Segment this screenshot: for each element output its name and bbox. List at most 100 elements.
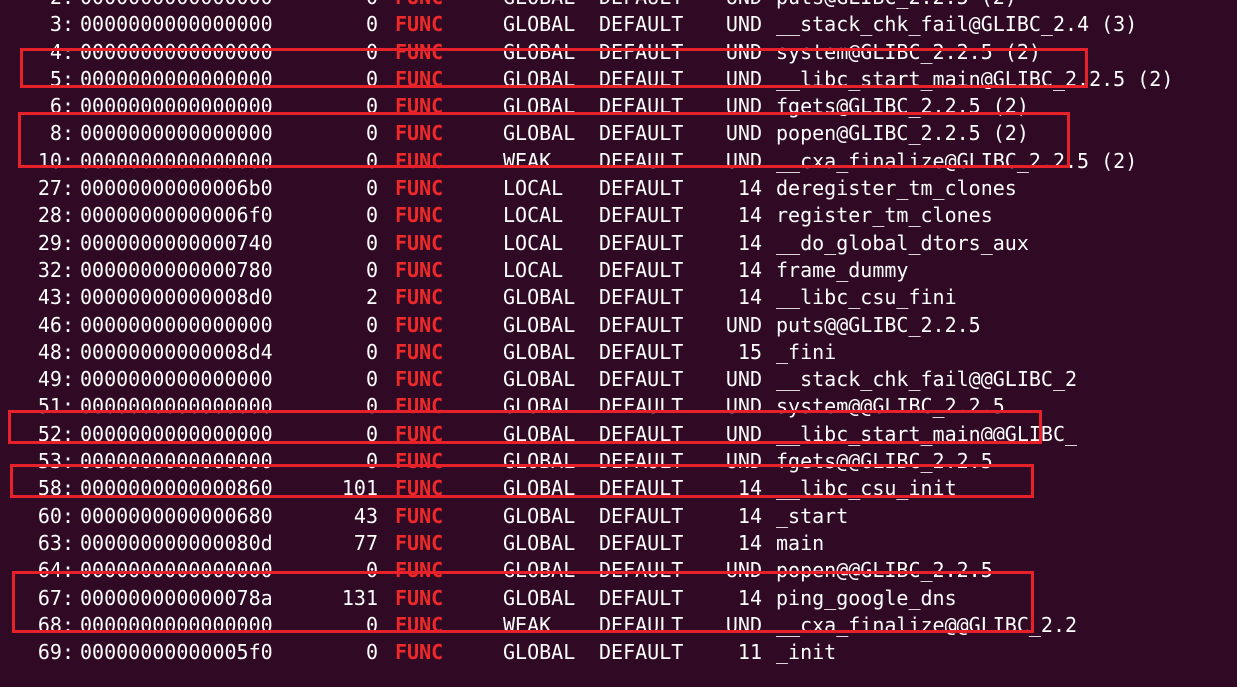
symbol-bind: GLOBAL bbox=[503, 530, 576, 555]
symbol-size: 131 bbox=[341, 585, 378, 610]
symbol-name: fgets@GLIBC_2.2.5 (2) bbox=[776, 94, 1029, 119]
symbol-value: 0000000000000000 bbox=[80, 558, 273, 583]
symbol-size: 0 bbox=[365, 176, 378, 201]
symbol-value: 0000000000000000 bbox=[80, 421, 273, 446]
symbol-value: 0000000000000000 bbox=[80, 0, 273, 11]
symbol-number: 67: bbox=[37, 585, 74, 610]
symbol-type: FUNC bbox=[395, 530, 444, 555]
symbol-number: 28: bbox=[37, 203, 74, 228]
symbol-visibility: DEFAULT bbox=[599, 367, 684, 392]
symbol-type: FUNC bbox=[395, 394, 444, 419]
symbol-number: 4: bbox=[49, 39, 74, 64]
symbol-type: FUNC bbox=[395, 449, 444, 474]
symbol-visibility: DEFAULT bbox=[599, 558, 684, 583]
symbol-number: 53: bbox=[37, 449, 74, 474]
symbol-size: 0 bbox=[365, 203, 378, 228]
symbol-value: 00000000000008d4 bbox=[80, 339, 273, 364]
symbol-size: 43 bbox=[353, 503, 378, 528]
symbol-number: 64: bbox=[37, 558, 74, 583]
symbol-name: _start bbox=[776, 503, 849, 528]
symbol-size: 0 bbox=[365, 66, 378, 91]
symbol-type: FUNC bbox=[395, 121, 444, 146]
symbol-value: 0000000000000860 bbox=[80, 476, 273, 501]
symbol-name: fgets@@GLIBC_2.2.5 bbox=[776, 449, 993, 474]
symbol-section-index: UND bbox=[725, 148, 762, 173]
symbol-bind: WEAK bbox=[503, 612, 552, 637]
symbol-size: 0 bbox=[365, 230, 378, 255]
symbol-type: FUNC bbox=[395, 640, 444, 665]
symbol-size: 0 bbox=[365, 339, 378, 364]
symbol-number: 32: bbox=[37, 257, 74, 282]
symbol-bind: GLOBAL bbox=[503, 339, 576, 364]
symbol-type: FUNC bbox=[395, 612, 444, 637]
symbol-value: 0000000000000000 bbox=[80, 66, 273, 91]
symbol-size: 0 bbox=[365, 640, 378, 665]
symbol-name: frame_dummy bbox=[776, 257, 909, 282]
symbol-name: puts@@GLIBC_2.2.5 bbox=[776, 312, 981, 337]
symbol-row: 69: 00000000000005f0 0 FUNC GLOBAL DEFAULT 11 _… bbox=[0, 639, 1237, 666]
symbol-name: __cxa_finalize@@GLIBC_2.2 bbox=[776, 612, 1078, 637]
symbol-type: FUNC bbox=[395, 367, 444, 392]
symbol-section-index: UND bbox=[725, 612, 762, 637]
symbol-name: popen@GLIBC_2.2.5 (2) bbox=[776, 121, 1029, 146]
symbol-row: 63: 000000000000080d 77 FUNC GLOBAL DEFAULT 14… bbox=[0, 530, 1237, 557]
symbol-visibility: DEFAULT bbox=[599, 530, 684, 555]
symbol-section-index: UND bbox=[725, 449, 762, 474]
symbol-visibility: DEFAULT bbox=[599, 0, 683, 11]
symbol-size: 0 bbox=[365, 121, 378, 146]
symbol-section-index: 14 bbox=[737, 585, 762, 610]
symbol-row: 46: 0000000000000000 0 FUNC GLOBAL DEFAULT UND… bbox=[0, 312, 1237, 339]
symbol-type: FUNC bbox=[395, 39, 444, 64]
symbol-table: 2:00000000000000000FUNCGLOBALDEFAULTUNDp… bbox=[0, 0, 1237, 666]
symbol-visibility: DEFAULT bbox=[599, 12, 684, 37]
symbol-name: register_tm_clones bbox=[776, 203, 993, 228]
symbol-row: 49: 0000000000000000 0 FUNC GLOBAL DEFAULT UND… bbox=[0, 366, 1237, 393]
symbol-name: puts@GLIBC_2.2.5 (2) bbox=[776, 0, 1017, 11]
symbol-bind: GLOBAL bbox=[503, 394, 576, 419]
symbol-name: __libc_start_main@GLIBC_2.2.5 (2) bbox=[776, 66, 1174, 91]
symbol-visibility: DEFAULT bbox=[599, 476, 684, 501]
symbol-visibility: DEFAULT bbox=[599, 230, 684, 255]
symbol-size: 2 bbox=[365, 285, 378, 310]
symbol-type: FUNC bbox=[395, 257, 444, 282]
symbol-type: FUNC bbox=[395, 0, 443, 11]
symbol-section-index: 15 bbox=[737, 339, 762, 364]
symbol-number: 69: bbox=[37, 640, 74, 665]
symbol-type: FUNC bbox=[395, 339, 444, 364]
symbol-number: 10: bbox=[37, 148, 74, 173]
symbol-name: __libc_csu_init bbox=[776, 476, 957, 501]
symbol-section-index: 14 bbox=[737, 530, 762, 555]
symbol-value: 0000000000000780 bbox=[80, 257, 273, 282]
symbol-value: 0000000000000000 bbox=[80, 449, 273, 474]
symbol-type: FUNC bbox=[395, 312, 444, 337]
symbol-value: 00000000000008d0 bbox=[80, 285, 273, 310]
symbol-size: 101 bbox=[341, 476, 378, 501]
terminal-window[interactable]: 2:00000000000000000FUNCGLOBALDEFAULTUNDp… bbox=[0, 0, 1237, 687]
symbol-visibility: DEFAULT bbox=[599, 203, 684, 228]
symbol-section-index: 14 bbox=[737, 503, 762, 528]
symbol-number: 52: bbox=[37, 421, 74, 446]
symbol-type: FUNC bbox=[395, 94, 444, 119]
symbol-section-index: UND bbox=[725, 12, 762, 37]
symbol-value: 0000000000000000 bbox=[80, 94, 273, 119]
symbol-section-index: UND bbox=[722, 0, 762, 11]
symbol-visibility: DEFAULT bbox=[599, 612, 684, 637]
symbol-visibility: DEFAULT bbox=[599, 257, 684, 282]
symbol-bind: GLOBAL bbox=[503, 367, 576, 392]
symbol-number: 48: bbox=[37, 339, 74, 364]
symbol-visibility: DEFAULT bbox=[599, 176, 684, 201]
symbol-row: 53: 0000000000000000 0 FUNC GLOBAL DEFAULT UND… bbox=[0, 448, 1237, 475]
symbol-size: 0 bbox=[365, 421, 378, 446]
symbol-row: 60: 0000000000000680 43 FUNC GLOBAL DEFAULT 14… bbox=[0, 503, 1237, 530]
symbol-section-index: UND bbox=[725, 312, 762, 337]
symbol-row: 52: 0000000000000000 0 FUNC GLOBAL DEFAULT UND… bbox=[0, 421, 1237, 448]
symbol-value: 00000000000005f0 bbox=[80, 640, 273, 665]
symbol-bind: LOCAL bbox=[503, 230, 564, 255]
symbol-size: 77 bbox=[353, 530, 378, 555]
symbol-section-index: 14 bbox=[737, 176, 762, 201]
symbol-row: 2:00000000000000000FUNCGLOBALDEFAULTUNDp… bbox=[0, 0, 1237, 11]
symbol-value: 0000000000000000 bbox=[80, 39, 273, 64]
symbol-section-index: UND bbox=[725, 367, 762, 392]
symbol-size: 0 bbox=[365, 449, 378, 474]
symbol-section-index: 14 bbox=[737, 203, 762, 228]
